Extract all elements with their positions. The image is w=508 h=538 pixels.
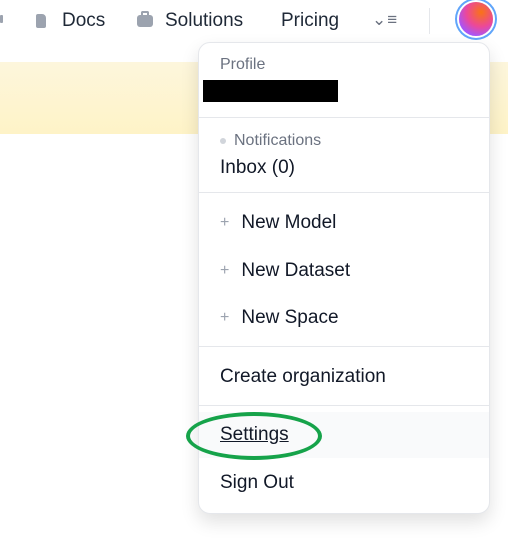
new-space-item[interactable]: + New Space (199, 295, 489, 341)
new-model-item[interactable]: + New Model (199, 200, 489, 246)
notifications-section[interactable]: Notifications Inbox (0) (199, 118, 489, 192)
plus-icon: + (220, 262, 230, 279)
nav-pricing[interactable]: Pricing (281, 9, 339, 33)
plus-icon: + (220, 214, 230, 231)
doc-icon (36, 14, 46, 28)
create-organization-item[interactable]: Create organization (199, 354, 489, 400)
notifications-label: Notifications (234, 132, 322, 149)
user-dropdown-menu: Profile Notifications Inbox (0) + New Mod… (198, 42, 490, 514)
top-navigation: Docs Solutions Pricing ⌄≡ (0, 0, 508, 42)
nav-solutions[interactable]: Solutions (137, 9, 243, 33)
profile-section[interactable]: Profile (199, 43, 489, 117)
new-dataset-label: New Dataset (241, 260, 351, 281)
new-model-label: New Model (241, 212, 337, 233)
new-space-label: New Space (241, 307, 339, 328)
settings-item[interactable]: Settings (199, 412, 489, 458)
nav-pricing-label: Pricing (281, 10, 340, 31)
profile-label: Profile (220, 56, 266, 73)
notification-dot-icon (220, 137, 226, 144)
redacted-username (203, 80, 338, 102)
divider (199, 346, 489, 347)
create-organization-label: Create organization (220, 366, 386, 387)
divider (199, 405, 489, 406)
new-dataset-item[interactable]: + New Dataset (199, 248, 489, 294)
settings-label: Settings (220, 424, 289, 445)
nav-docs-label: Docs (62, 10, 106, 31)
avatar[interactable] (459, 2, 493, 36)
nav-divider (429, 8, 430, 34)
divider (199, 192, 489, 193)
more-menu-icon[interactable]: ⌄≡ (372, 10, 398, 30)
sign-out-item[interactable]: Sign Out (199, 460, 489, 506)
nav-solutions-label: Solutions (165, 10, 244, 31)
nav-edge-icon (0, 15, 3, 23)
inbox-link[interactable]: Inbox (0) (220, 157, 295, 179)
notifications-heading: Notifications (220, 132, 321, 150)
nav-docs[interactable]: Docs (36, 9, 105, 33)
briefcase-icon (137, 11, 153, 27)
plus-icon: + (220, 309, 230, 326)
sign-out-label: Sign Out (220, 472, 294, 493)
